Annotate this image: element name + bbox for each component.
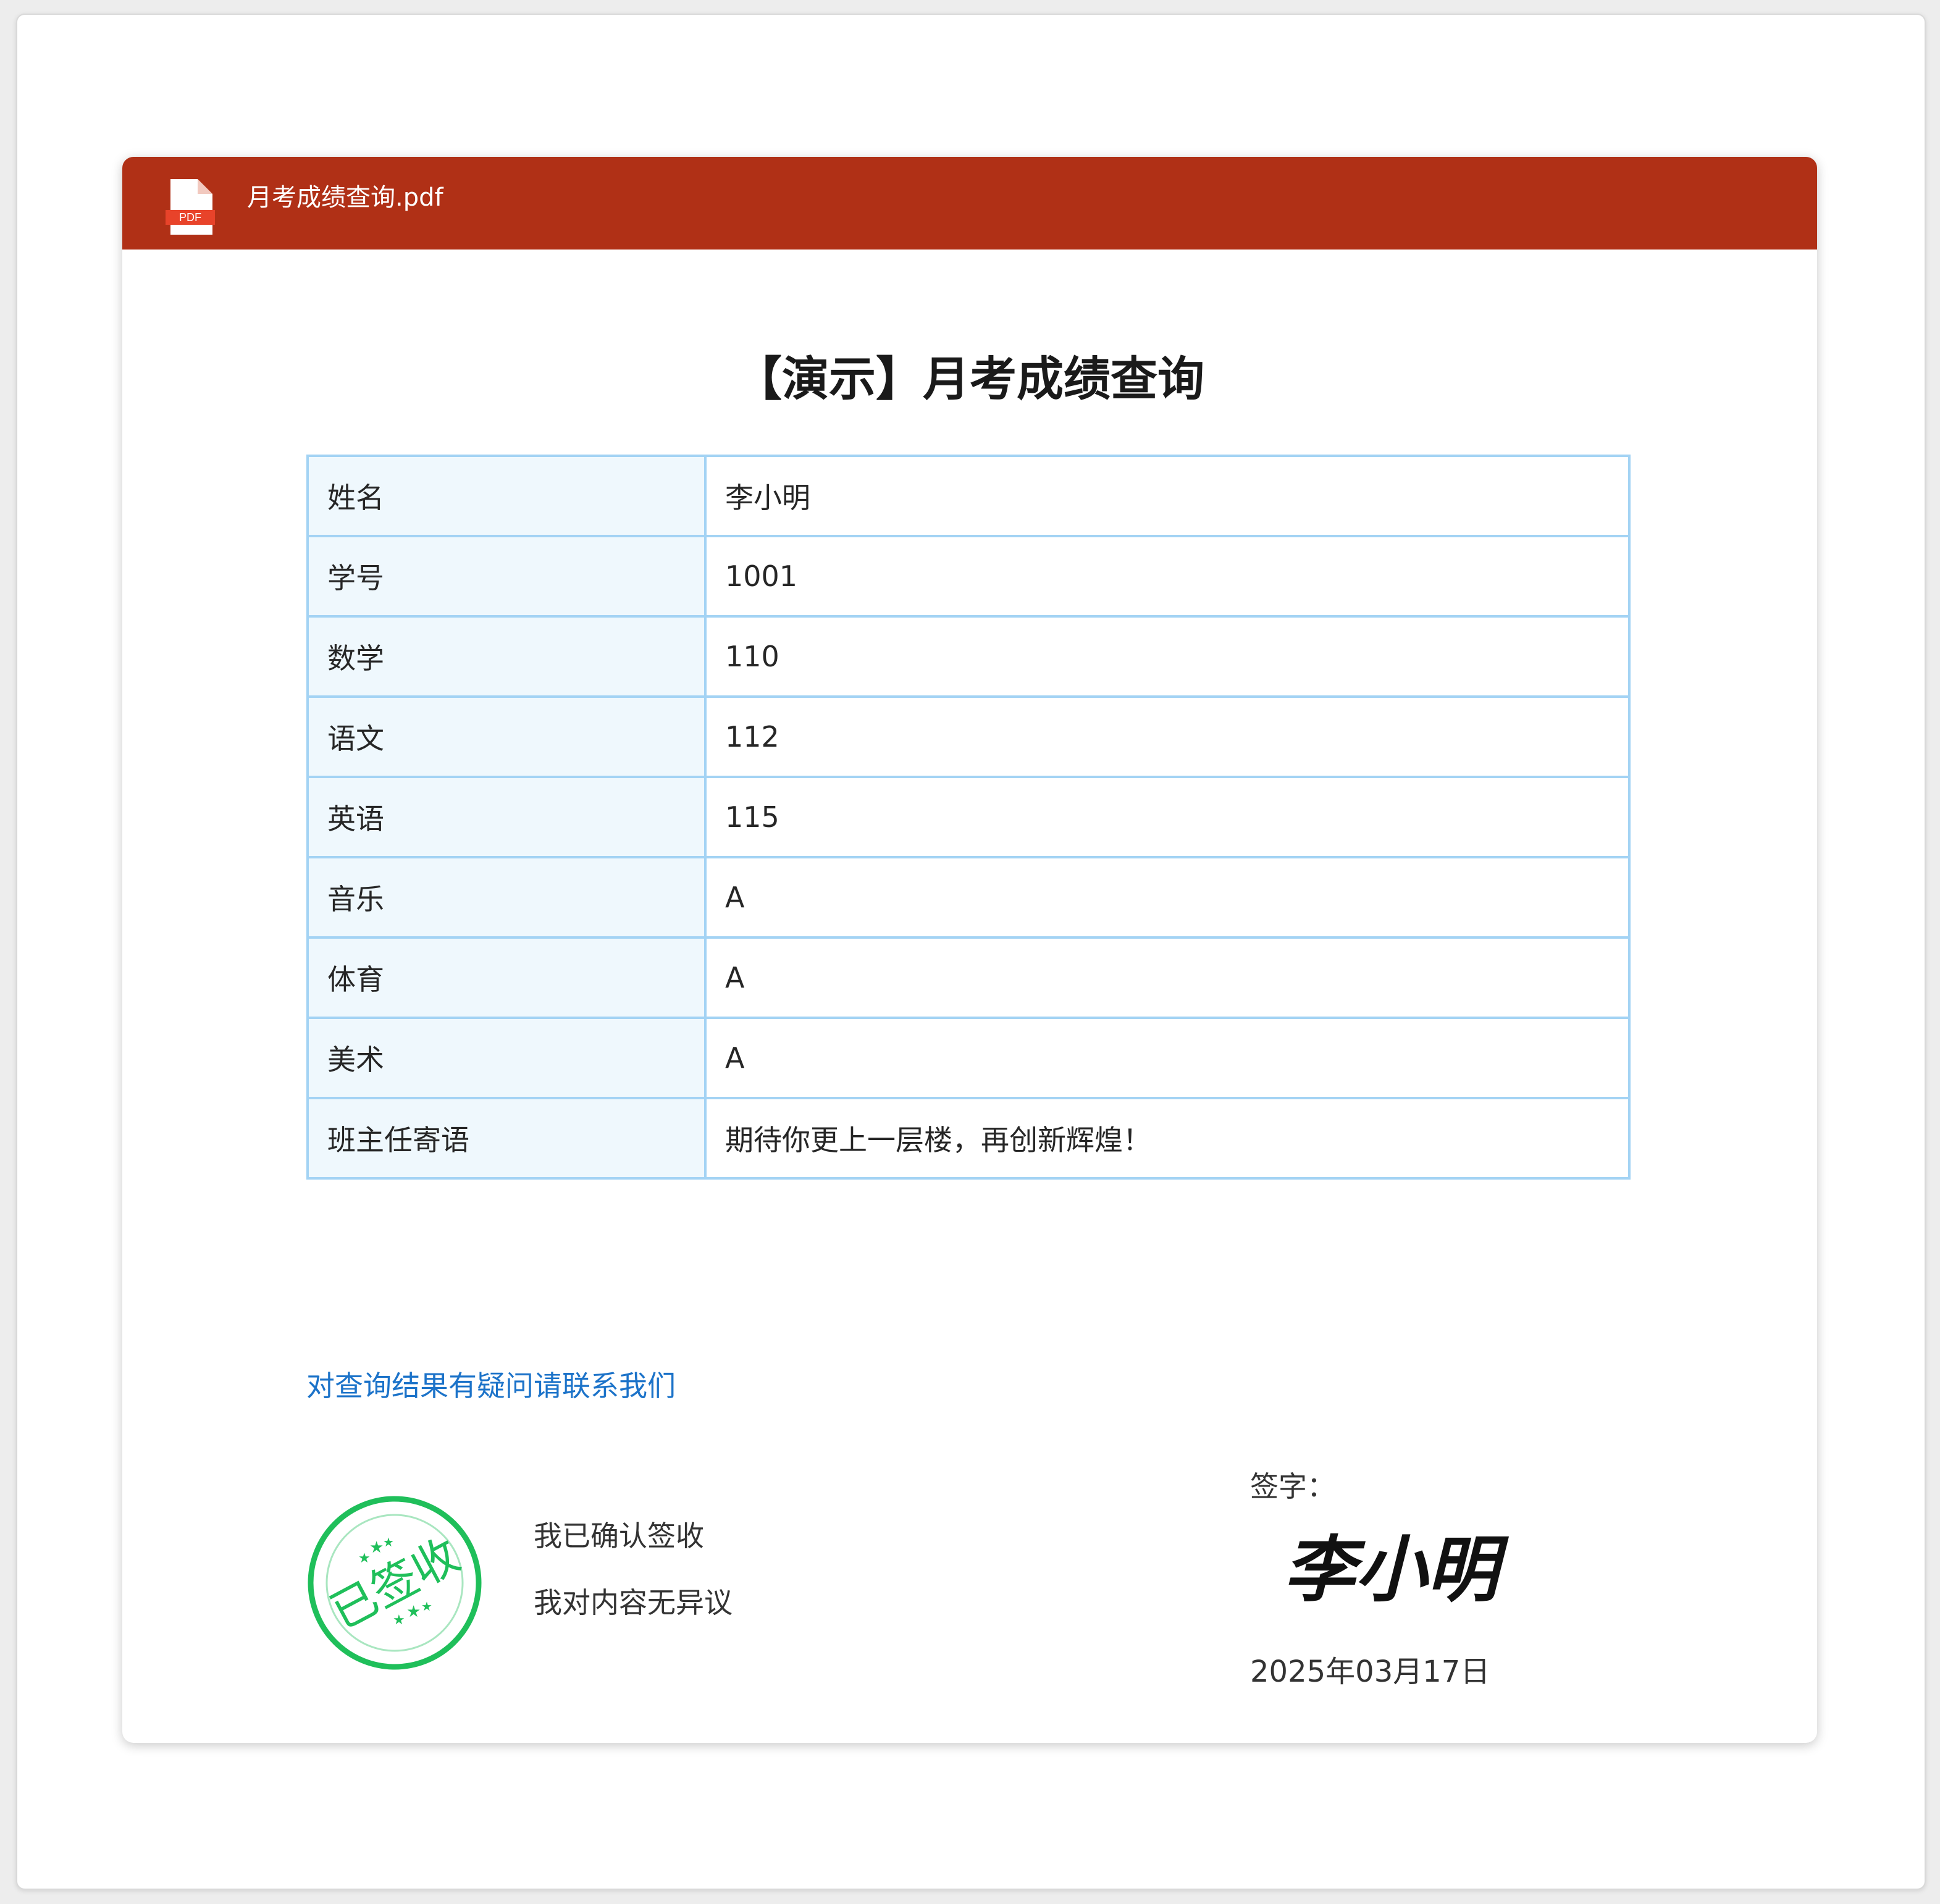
row-label: 美术 bbox=[306, 1017, 707, 1099]
handwritten-signature-icon: 李小明 bbox=[1283, 1528, 1510, 1612]
svg-text:★: ★ bbox=[421, 1600, 432, 1614]
contact-us-link[interactable]: 对查询结果有疑问请联系我们 bbox=[306, 1361, 676, 1411]
svg-text:PDF: PDF bbox=[179, 211, 201, 224]
row-label: 英语 bbox=[306, 776, 707, 858]
table-row: 数学 110 bbox=[306, 615, 1631, 698]
svg-text:★: ★ bbox=[358, 1550, 371, 1566]
table-row: 音乐 A bbox=[306, 856, 1631, 939]
row-value: 112 bbox=[704, 695, 1631, 778]
row-label: 语文 bbox=[306, 695, 707, 778]
table-row: 姓名 李小明 bbox=[306, 455, 1631, 537]
table-row: 美术 A bbox=[306, 1017, 1631, 1099]
no-objection-text: 我对内容无异议 bbox=[534, 1586, 733, 1619]
received-stamp-icon: ★ ★ ★ ★ ★ ★ 已签收 bbox=[308, 1496, 482, 1670]
row-value: 110 bbox=[704, 615, 1631, 698]
row-value: 期待你更上一层楼，再创新辉煌！ bbox=[704, 1097, 1631, 1180]
svg-text:李小明: 李小明 bbox=[1283, 1528, 1510, 1612]
row-value: A bbox=[704, 856, 1631, 939]
table-row: 学号 1001 bbox=[306, 535, 1631, 618]
pdf-file-icon: PDF bbox=[166, 179, 215, 235]
table-row: 体育 A bbox=[306, 936, 1631, 1019]
confirm-received-text: 我已确认签收 bbox=[534, 1519, 704, 1553]
signature-label: 签字： bbox=[1250, 1470, 1335, 1503]
table-row: 语文 112 bbox=[306, 695, 1631, 778]
page-title: 【演示】月考成绩查询 bbox=[735, 351, 1204, 406]
row-label: 音乐 bbox=[306, 856, 707, 939]
row-label: 姓名 bbox=[306, 455, 707, 537]
table-row: 英语 115 bbox=[306, 776, 1631, 858]
row-value: 115 bbox=[704, 776, 1631, 858]
row-value: A bbox=[704, 936, 1631, 1019]
score-table: 姓名 李小明 学号 1001 数学 110 语文 112 英语 115 音乐 A bbox=[306, 455, 1631, 1180]
document-filename: 月考成绩查询.pdf bbox=[247, 183, 443, 212]
row-label: 数学 bbox=[306, 615, 707, 698]
signature-date: 2025年03月17日 bbox=[1250, 1654, 1490, 1689]
svg-text:★: ★ bbox=[383, 1536, 394, 1550]
row-label: 体育 bbox=[306, 936, 707, 1019]
row-value: A bbox=[704, 1017, 1631, 1099]
row-value: 1001 bbox=[704, 535, 1631, 618]
svg-text:★: ★ bbox=[369, 1538, 384, 1556]
document-card: PDF 月考成绩查询.pdf 【演示】月考成绩查询 姓名 李小明 学号 1001… bbox=[122, 157, 1817, 1743]
row-label: 班主任寄语 bbox=[306, 1097, 707, 1180]
document-header-bar: PDF 月考成绩查询.pdf bbox=[122, 157, 1817, 250]
row-value: 李小明 bbox=[704, 455, 1631, 537]
row-label: 学号 bbox=[306, 535, 707, 618]
table-row: 班主任寄语 期待你更上一层楼，再创新辉煌！ bbox=[306, 1097, 1631, 1180]
